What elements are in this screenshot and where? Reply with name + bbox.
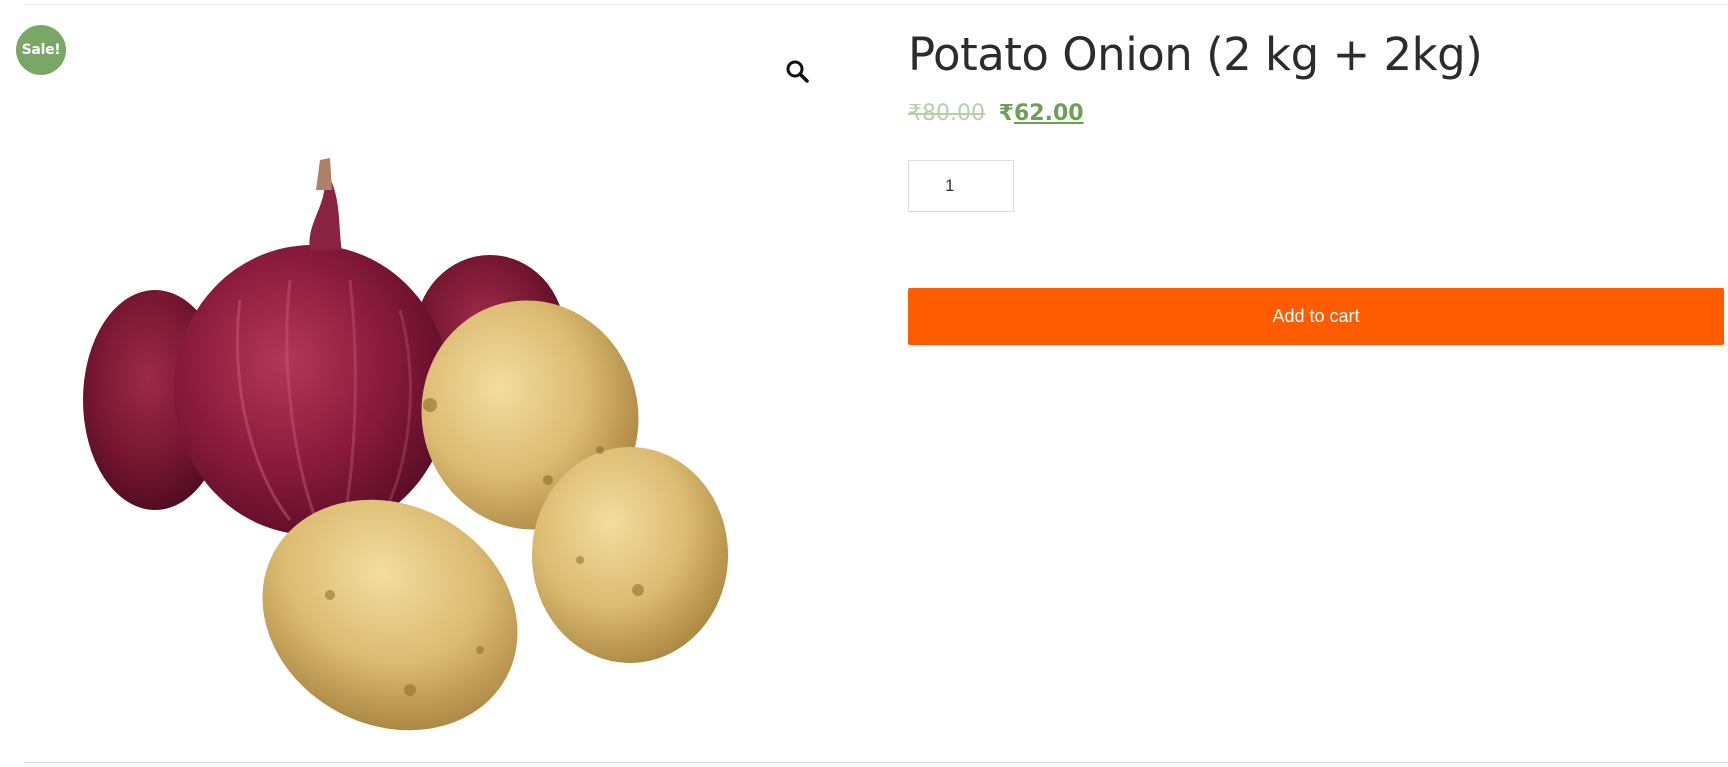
product-image[interactable] — [80, 150, 800, 767]
quantity-input[interactable] — [908, 160, 1014, 212]
bottom-divider — [24, 762, 1728, 763]
gallery-zoom-button[interactable] — [782, 56, 814, 88]
add-to-cart-form: Add to cart — [908, 130, 1724, 345]
add-to-cart-button[interactable]: Add to cart — [908, 288, 1724, 345]
sale-badge: Sale! — [16, 25, 66, 75]
regular-price: ₹80.00 — [908, 101, 985, 126]
product-summary: Potato Onion (2 kg + 2kg) ₹80.00 ₹62.00 … — [908, 18, 1724, 345]
sale-price: ₹62.00 — [999, 101, 1084, 126]
top-divider — [24, 4, 1728, 5]
currency-symbol: ₹ — [998, 101, 1014, 126]
product-title: Potato Onion (2 kg + 2kg) — [908, 28, 1483, 81]
product-gallery: Sale! — [0, 10, 820, 762]
sale-price-amount: 62.00 — [1013, 101, 1084, 126]
product-page: Sale! Potato Onion (2 kg + 2kg) ₹80.00 ₹… — [0, 0, 1728, 767]
potato-onion-photo — [83, 158, 728, 731]
product-price: ₹80.00 ₹62.00 — [908, 98, 1724, 130]
search-icon — [786, 60, 809, 83]
